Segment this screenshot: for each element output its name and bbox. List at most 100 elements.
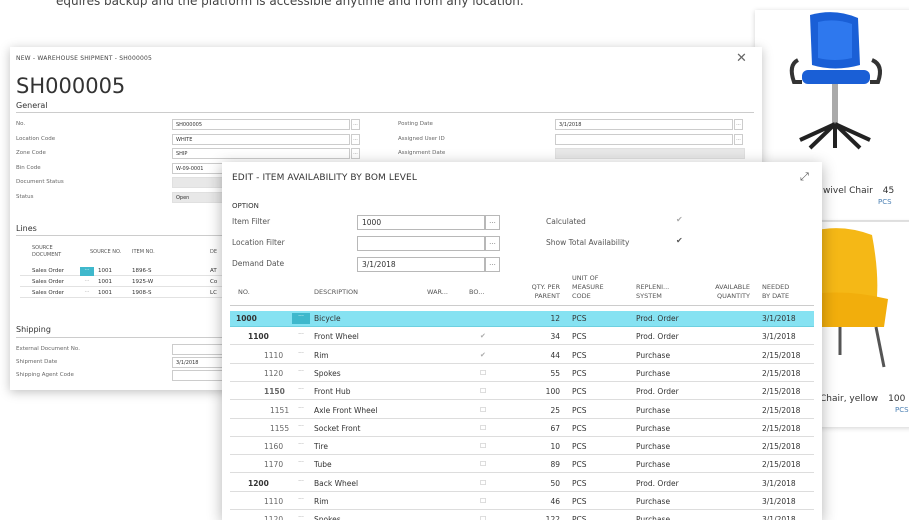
field-label: Shipment Date	[16, 359, 58, 365]
field-label: External Document No.	[16, 346, 80, 352]
row-menu-icon[interactable]: ···	[292, 514, 310, 520]
row-menu-icon[interactable]: ···	[80, 289, 94, 298]
table-row[interactable]: 1160 ··· Tire ☐ 10 PCS Purchase 2/15/2018	[230, 439, 814, 456]
row-menu-icon[interactable]: ···	[80, 278, 94, 287]
table-row[interactable]: 1200 ··· Back Wheel ☐ 50 PCS Prod. Order 3/1/20…	[230, 476, 814, 492]
field-input[interactable]: 3/1/2018	[555, 119, 733, 130]
table-row[interactable]: 1120 ··· Spokes ☐ 55 PCS Purchase 2/15/2018	[230, 366, 814, 382]
description-cell: Tire	[314, 442, 328, 452]
row-menu-icon[interactable]: ···	[292, 423, 310, 434]
table-row[interactable]: 1110 ··· Rim ✔ 44 PCS Purchase 2/15/2018	[230, 348, 814, 364]
col-needed-by-date[interactable]: NEEDED BY DATE	[762, 283, 789, 301]
replenishment-system-cell: Purchase	[636, 350, 671, 360]
field-input[interactable]: WHITE	[172, 133, 350, 145]
table-row[interactable]: 1120 ··· Spokes ☐ 122 PCS Purchase 3/1/2018	[230, 512, 814, 520]
field-input[interactable]: SH000005	[172, 119, 350, 130]
col-available-quantity[interactable]: AVAILABLE QUANTITY	[698, 283, 750, 301]
qty-per-parent-cell: 25	[550, 405, 560, 415]
field-label: Assignment Date	[398, 150, 446, 156]
no-cell: 1151	[270, 405, 290, 415]
close-icon[interactable]: ✕	[736, 51, 747, 66]
table-row[interactable]: 1000 ··· Bicycle 12 PCS Prod. Order 3/1/2018	[230, 311, 814, 327]
expand-icon[interactable]: ⤢	[800, 170, 809, 184]
row-menu-icon[interactable]: ···	[292, 441, 310, 452]
table-row[interactable]: 1151 ··· Axle Front Wheel ☐ 25 PCS Purchase 2/1…	[230, 403, 814, 419]
col-item-no[interactable]: ITEM NO.	[132, 249, 155, 255]
col-replenishment-system[interactable]: REPLENI... SYSTEM	[636, 283, 669, 301]
field-lookup-button[interactable]: ...	[351, 119, 360, 130]
section-shipping[interactable]: Shipping	[16, 325, 51, 334]
row-menu-icon[interactable]: ···	[292, 496, 310, 507]
replenishment-system-cell: Purchase	[636, 497, 671, 506]
demand-date-label: Demand Date	[232, 259, 285, 268]
col-no[interactable]: NO.	[238, 288, 250, 297]
table-row[interactable]: 1100 ··· Front Wheel ✔ 34 PCS Prod. Order 3/1/2…	[230, 329, 814, 346]
source-no-cell: 1001	[98, 279, 112, 285]
table-row[interactable]: 1150 ··· Front Hub ☐ 100 PCS Prod. Order 2/15/2…	[230, 384, 814, 401]
field-label: Status	[16, 193, 34, 200]
col-description[interactable]: DESCRIPTION	[314, 288, 358, 297]
col-qty-per-parent[interactable]: QTY. PER PARENT	[512, 283, 560, 301]
col-bom[interactable]: BO...	[469, 288, 484, 297]
row-menu-icon[interactable]: ···	[80, 267, 94, 276]
replenishment-system-cell: Purchase	[636, 368, 671, 378]
field-label: Bin Code	[16, 164, 41, 171]
item-filter-lookup-button[interactable]: ...	[485, 215, 500, 230]
field-lookup-button[interactable]: ...	[351, 133, 360, 145]
show-total-availability-label: Show Total Availability	[546, 238, 630, 247]
needed-by-date-cell: 2/15/2018	[762, 460, 801, 470]
needed-by-date-cell: 3/1/2018	[762, 314, 796, 323]
table-row[interactable]: 1155 ··· Socket Front ☐ 67 PCS Purchase 2/15/20…	[230, 421, 814, 437]
col-warehouse[interactable]: WAR...	[427, 288, 448, 297]
bom-checkbox: ✔	[480, 332, 486, 341]
row-menu-icon[interactable]: ···	[292, 386, 310, 397]
field-label: No.	[16, 121, 26, 127]
unit-of-measure-cell: PCS	[572, 405, 587, 415]
needed-by-date-cell: 2/15/2018	[762, 387, 801, 397]
row-menu-icon[interactable]: ···	[292, 405, 310, 416]
bom-availability-dialog: EDIT - ITEM AVAILABILITY BY BOM LEVEL ⤢ …	[222, 162, 822, 520]
col-description[interactable]: DE	[210, 249, 217, 255]
replenishment-system-cell: Purchase	[636, 460, 671, 470]
table-row[interactable]: 1170 ··· Tube ☐ 89 PCS Purchase 2/15/2018	[230, 457, 814, 474]
field-lookup-button[interactable]: ...	[734, 119, 743, 130]
row-menu-icon[interactable]: ···	[292, 478, 310, 489]
field-lookup-button[interactable]: ...	[351, 148, 360, 159]
row-menu-icon[interactable]: ···	[292, 350, 310, 361]
field-lookup-button[interactable]: ...	[734, 133, 743, 145]
table-row[interactable]: 1110 ··· Rim ☐ 46 PCS Purchase 3/1/2018	[230, 494, 814, 510]
demand-date-input[interactable]: 3/1/2018	[357, 257, 485, 272]
source-no-cell: 1001	[98, 290, 112, 296]
section-general[interactable]: General	[16, 101, 48, 110]
calculated-checkbox: ✔	[676, 215, 683, 224]
col-source-document[interactable]: SOURCE DOCUMENT	[32, 245, 72, 259]
row-menu-icon[interactable]: ···	[292, 313, 310, 324]
col-source-no[interactable]: SOURCE NO.	[90, 249, 121, 255]
replenishment-system-cell: Purchase	[636, 515, 671, 520]
page-top-text: equires backup and the platform is acces…	[56, 0, 524, 8]
field-input[interactable]: SHIP	[172, 148, 350, 159]
field-label: Assigned User ID	[398, 135, 445, 142]
section-lines[interactable]: Lines	[16, 224, 37, 233]
unit-of-measure-cell: PCS	[572, 497, 587, 506]
item-filter-input[interactable]: 1000	[357, 215, 485, 230]
field-input[interactable]	[555, 133, 733, 145]
row-menu-icon[interactable]: ···	[292, 459, 310, 470]
location-filter-input[interactable]	[357, 236, 485, 251]
row-menu-icon[interactable]: ···	[292, 331, 310, 342]
row-menu-icon[interactable]: ···	[292, 368, 310, 379]
replenishment-system-cell: Purchase	[636, 442, 671, 452]
demand-date-picker-button[interactable]: ...	[485, 257, 500, 272]
show-total-availability-checkbox[interactable]: ✔	[676, 236, 683, 245]
field-label: Document Status	[16, 179, 64, 185]
description-cell: Front Wheel	[314, 332, 359, 342]
col-unit-of-measure-code[interactable]: UNIT OF MEASURE CODE	[572, 274, 604, 301]
unit-of-measure-cell: PCS	[572, 387, 587, 397]
location-filter-lookup-button[interactable]: ...	[485, 236, 500, 251]
needed-by-date-cell: 3/1/2018	[762, 478, 796, 488]
unit-of-measure-cell: PCS	[572, 368, 587, 378]
bom-checkbox: ☐	[480, 460, 487, 469]
bom-checkbox: ☐	[480, 478, 487, 487]
source-document-cell: Sales Order	[32, 290, 65, 296]
source-document-cell: Sales Order	[32, 279, 65, 285]
